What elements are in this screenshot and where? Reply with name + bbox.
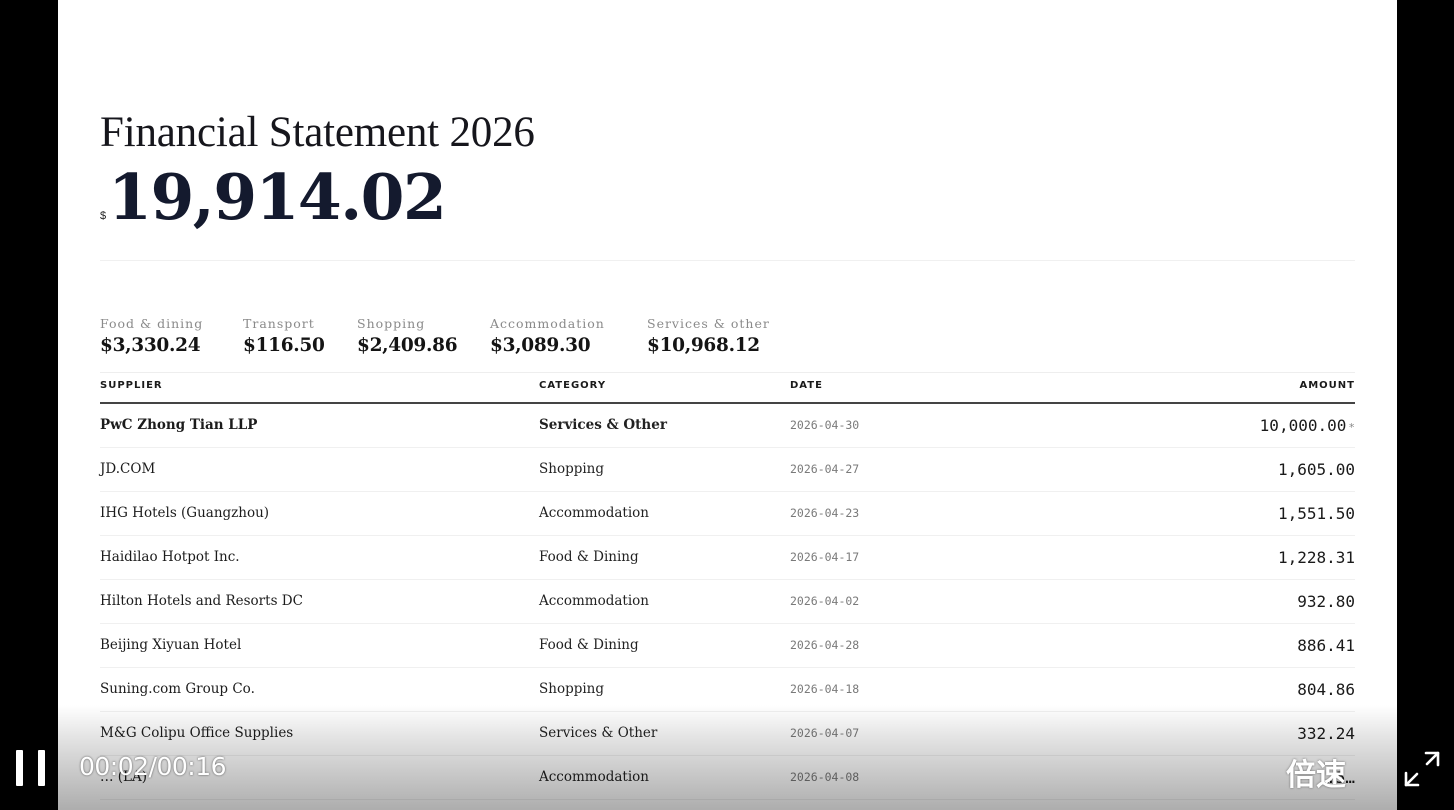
page-title: Financial Statement 2026 <box>100 109 535 156</box>
currency-symbol: $ <box>100 210 107 222</box>
category-services-other: Services & other $10,968.12 <box>647 316 770 356</box>
category-label: Accommodation <box>490 316 605 331</box>
amount-cell: 10,000.00 * <box>1260 404 1355 449</box>
date-cell: 2026-04-17 <box>790 550 860 564</box>
header-category: CATEGORY <box>539 380 607 391</box>
supplier-cell: PwC Zhong Tian LLP <box>100 417 258 433</box>
date-cell: 2026-04-30 <box>790 418 860 432</box>
amount-marker: * <box>1348 421 1355 434</box>
supplier-cell: Hilton Hotels and Resorts DC <box>100 593 303 609</box>
category-cell: Food & Dining <box>539 637 639 653</box>
date-cell: 2026-04-18 <box>790 682 860 696</box>
amount-cell: 804.86 <box>1297 680 1355 699</box>
category-cell: Services & Other <box>539 417 667 433</box>
category-cell: Accommodation <box>539 593 649 609</box>
supplier-cell: Beijing Xiyuan Hotel <box>100 637 242 653</box>
date-cell: 2026-04-23 <box>790 506 860 520</box>
category-label: Services & other <box>647 316 770 331</box>
amount-value: 10,000.00 <box>1259 416 1347 435</box>
category-value: $116.50 <box>243 335 325 356</box>
category-transport: Transport $116.50 <box>243 316 325 356</box>
supplier-cell: IHG Hotels (Guangzhou) <box>100 505 270 521</box>
header-date: DATE <box>790 380 823 391</box>
category-value: $10,968.12 <box>647 335 760 356</box>
amount-cell: 932.80 <box>1297 592 1355 611</box>
date-cell: 2026-04-28 <box>790 638 860 652</box>
table-row: PwC Zhong Tian LLP Services & Other 2026… <box>100 404 1355 448</box>
playback-time: 00:02/00:16 <box>79 752 227 781</box>
amount-cell: 1,228.31 <box>1277 548 1355 567</box>
category-label: Shopping <box>357 316 426 331</box>
table-header: SUPPLIER CATEGORY DATE AMOUNT <box>100 380 1355 404</box>
table-row: Haidilao Hotpot Inc. Food & Dining 2026-… <box>100 536 1355 580</box>
playback-speed-button[interactable]: 倍速 <box>1286 750 1346 794</box>
date-cell: 2026-04-02 <box>790 594 860 608</box>
amount-cell: 886.41 <box>1297 636 1355 655</box>
table-row: IHG Hotels (Guangzhou) Accommodation 202… <box>100 492 1355 536</box>
category-shopping: Shopping $2,409.86 <box>357 316 458 356</box>
category-cell: Accommodation <box>539 505 649 521</box>
category-cell: Shopping <box>539 681 605 697</box>
category-accommodation: Accommodation $3,089.30 <box>490 316 605 356</box>
header-supplier: SUPPLIER <box>100 380 163 391</box>
category-cell: Shopping <box>539 461 605 477</box>
category-label: Food & dining <box>100 316 204 331</box>
category-cell: Food & Dining <box>539 549 639 565</box>
fullscreen-icon <box>1404 751 1440 787</box>
table-row: Beijing Xiyuan Hotel Food & Dining 2026-… <box>100 624 1355 668</box>
category-value: $3,330.24 <box>100 335 201 356</box>
divider <box>100 372 1355 373</box>
divider <box>100 260 1355 261</box>
table-row: JD.COM Shopping 2026-04-27 1,605.00 <box>100 448 1355 492</box>
pause-icon <box>38 750 45 786</box>
statement-page: Financial Statement 2026 $19,914.02 Food… <box>58 0 1397 810</box>
supplier-cell: JD.COM <box>100 461 156 477</box>
pause-button[interactable] <box>14 750 50 790</box>
supplier-cell: Suning.com Group Co. <box>100 681 255 697</box>
total-value: 19,914.02 <box>108 160 447 234</box>
fullscreen-button[interactable] <box>1402 749 1442 789</box>
video-controls: 00:02/00:16 倍速 <box>0 740 1454 800</box>
category-food-dining: Food & dining $3,330.24 <box>100 316 203 356</box>
category-value: $3,089.30 <box>490 335 591 356</box>
amount-cell: 1,605.00 <box>1277 460 1355 479</box>
total-amount: $19,914.02 <box>100 160 447 234</box>
category-value: $2,409.86 <box>357 335 458 356</box>
table-row: Hilton Hotels and Resorts DC Accommodati… <box>100 580 1355 624</box>
header-amount: AMOUNT <box>1299 380 1355 391</box>
category-label: Transport <box>243 316 315 331</box>
amount-cell: 1,551.50 <box>1277 504 1355 523</box>
table-row: Suning.com Group Co. Shopping 2026-04-18… <box>100 668 1355 712</box>
date-cell: 2026-04-27 <box>790 462 860 476</box>
pause-icon <box>16 750 23 786</box>
supplier-cell: Haidilao Hotpot Inc. <box>100 549 240 565</box>
